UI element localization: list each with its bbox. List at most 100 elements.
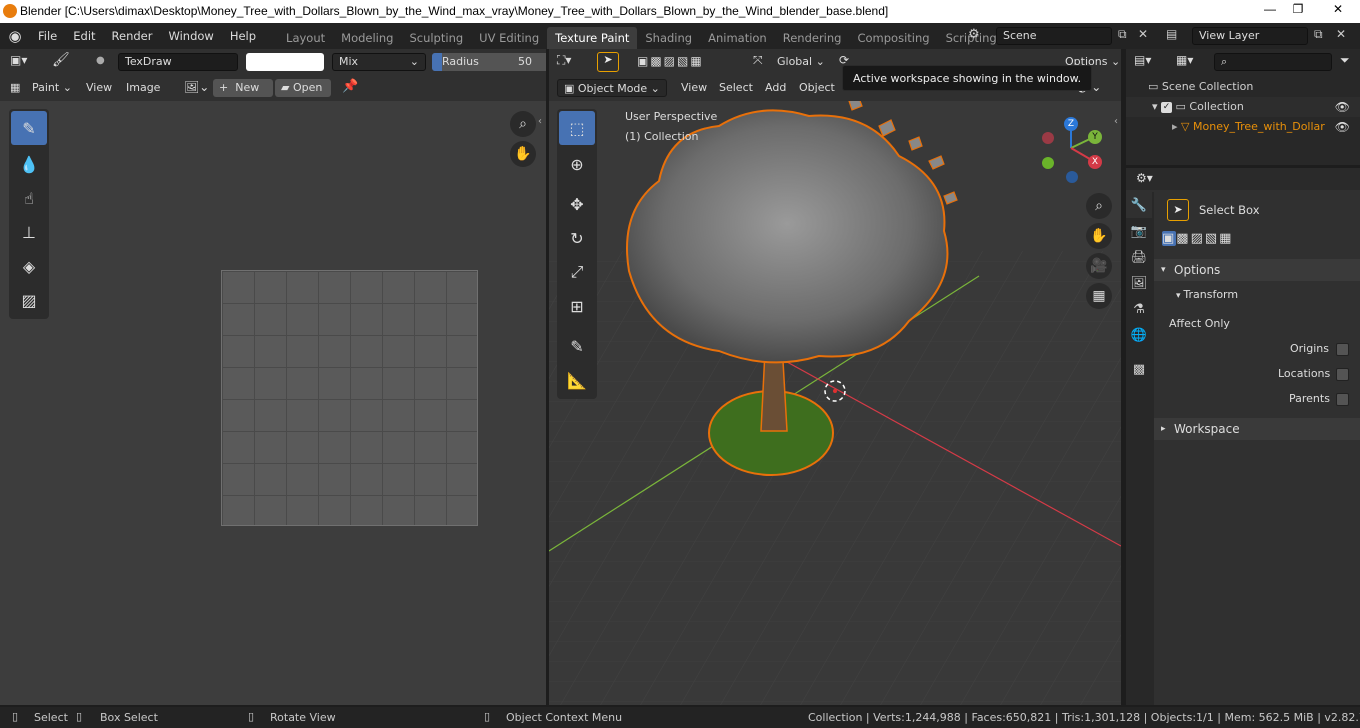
tree-canopy[interactable] — [626, 109, 949, 364]
tool-tab-icon[interactable]: 🔧 — [1126, 192, 1152, 218]
outliner-search-input[interactable]: ⌕ — [1214, 53, 1332, 71]
new-view-layer-icon[interactable]: ⧉ — [1314, 27, 1323, 42]
navigation-gizmo[interactable]: Z Y X — [1039, 115, 1109, 185]
viewport-zoom-icon[interactable]: ⌕ — [1086, 193, 1112, 219]
y-axis-ball[interactable]: Y — [1088, 130, 1102, 144]
viewport-editor-type-icon[interactable]: ⛶▾ — [557, 53, 571, 68]
menu-viewport-add[interactable]: Add — [759, 79, 792, 97]
filter-icon[interactable]: ⏷ — [1340, 53, 1350, 68]
minimize-button[interactable]: — — [1256, 0, 1284, 20]
rotate-tool-icon[interactable]: ↻ — [559, 221, 595, 255]
camera-view-icon[interactable]: 🎥 — [1086, 253, 1112, 279]
texture-tab-icon[interactable]: ▩ — [1126, 356, 1152, 382]
tab-uv-editing[interactable]: UV Editing — [471, 27, 547, 49]
menu-viewport-view[interactable]: View — [675, 79, 713, 97]
menu-view[interactable]: View — [80, 79, 118, 97]
zoom-icon[interactable]: ⌕ — [510, 111, 536, 137]
z-axis-ball[interactable]: Z — [1064, 117, 1078, 131]
menu-window[interactable]: Window — [160, 23, 221, 49]
scene-field[interactable]: Scene — [996, 27, 1112, 45]
selection-mode-icons[interactable]: ▣▩▨▧▦ — [1162, 231, 1233, 246]
locations-checkbox[interactable] — [1336, 368, 1349, 381]
image-browse-icon[interactable]: 🖼⌄ — [184, 80, 209, 94]
view-layer-tab-icon[interactable]: 🖼 — [1126, 270, 1152, 296]
soften-tool-icon[interactable]: 💧 — [11, 147, 47, 181]
outliner-row-scene-collection[interactable]: ▭ Scene Collection — [1126, 77, 1360, 97]
blender-menu-icon[interactable]: ◉ — [0, 27, 30, 45]
outliner-row-collection[interactable]: ▾ ✓ ▭ Collection 👁 — [1126, 97, 1360, 117]
tab-sculpting[interactable]: Sculpting — [401, 27, 471, 49]
image-canvas-grid[interactable] — [221, 270, 478, 526]
select-tool-icon[interactable]: ➤ — [597, 52, 619, 72]
menu-viewport-object[interactable]: Object — [793, 79, 841, 97]
transform-subpanel-header[interactable]: ▾ Transform — [1176, 288, 1238, 301]
cursor-tool-icon[interactable]: ⊕ — [559, 147, 595, 181]
close-window-button[interactable]: ✕ — [1320, 0, 1356, 20]
delete-scene-icon[interactable]: ✕ — [1138, 27, 1148, 41]
workspace-panel-header[interactable]: ▸ Workspace — [1154, 418, 1360, 440]
annotate-tool-icon[interactable]: ✎ — [559, 329, 595, 363]
orientation-select[interactable]: Global ⌄ — [771, 53, 831, 71]
open-image-button[interactable]: ▰ Open — [275, 79, 331, 97]
3d-viewport[interactable]: ⬚ ⊕ ✥ ↻ ⤢ ⊞ ✎ 📐 User Perspective (1) Col… — [549, 101, 1121, 705]
brush-color-swatch[interactable] — [246, 53, 324, 71]
sidebar-toggle-icon[interactable]: ‹ — [538, 116, 542, 127]
pin-icon[interactable]: 📌 — [342, 79, 358, 94]
paint-mode-select[interactable]: Paint ⌄ — [26, 79, 78, 97]
fill-tool-icon[interactable]: ◈ — [11, 249, 47, 283]
scene-tab-icon[interactable]: ⚗ — [1126, 296, 1152, 322]
x-axis-ball[interactable]: X — [1088, 155, 1102, 169]
output-tab-icon[interactable]: 🖨 — [1126, 244, 1152, 270]
menu-image[interactable]: Image — [120, 79, 166, 97]
scale-tool-icon[interactable]: ⤢ — [559, 255, 595, 289]
image-editor-area[interactable]: ✎ 💧 ☝ ⊥ ◈ ▨ ⌕ ✋ ‹ — [0, 101, 546, 705]
tab-modeling[interactable]: Modeling — [333, 27, 401, 49]
parents-checkbox[interactable] — [1336, 393, 1349, 406]
menu-file[interactable]: File — [30, 23, 65, 49]
tab-texture-paint[interactable]: Texture Paint — [547, 27, 638, 49]
new-scene-icon[interactable]: ⧉ — [1118, 27, 1127, 42]
viewport-pan-icon[interactable]: ✋ — [1086, 223, 1112, 249]
pan-hand-icon[interactable]: ✋ — [510, 141, 536, 167]
clone-tool-icon[interactable]: ⊥ — [11, 215, 47, 249]
editor-type-icon[interactable]: ▣▾ — [10, 53, 27, 67]
new-image-button[interactable]: + New — [213, 79, 273, 97]
world-tab-icon[interactable]: 🌐 — [1126, 322, 1152, 348]
options-panel-header[interactable]: ▾ Options — [1154, 259, 1360, 281]
menu-edit[interactable]: Edit — [65, 23, 103, 49]
menu-render[interactable]: Render — [104, 23, 161, 49]
collapse-arrow-icon[interactable]: ▸ — [1172, 120, 1181, 133]
brush-icon[interactable]: 🖌 — [52, 52, 70, 68]
menu-viewport-select[interactable]: Select — [713, 79, 759, 97]
origins-checkbox[interactable] — [1336, 343, 1349, 356]
select-mode-icons[interactable]: ▣▩▨▧▦ — [637, 54, 704, 68]
tab-layout[interactable]: Layout — [278, 27, 333, 49]
select-box-tool-icon[interactable]: ⬚ — [559, 111, 595, 145]
maximize-button[interactable]: ❐ — [1284, 0, 1312, 20]
outliner-editor-type-icon[interactable]: ▤▾ — [1134, 53, 1151, 67]
mask-tool-icon[interactable]: ▨ — [11, 283, 47, 317]
draw-brush-tool-icon[interactable]: ✎ — [11, 111, 47, 145]
tab-shading[interactable]: Shading — [637, 27, 700, 49]
render-tab-icon[interactable]: 📷 — [1126, 218, 1152, 244]
collection-checkbox[interactable]: ✓ — [1161, 101, 1173, 113]
smear-tool-icon[interactable]: ☝ — [11, 181, 47, 215]
object-mode-select[interactable]: ▣ Object Mode ⌄ — [557, 79, 667, 97]
viewport-sidebar-toggle-icon[interactable]: ‹ — [1114, 116, 1118, 127]
brush-name-field[interactable]: TexDraw — [118, 53, 238, 71]
measure-tool-icon[interactable]: 📐 — [559, 363, 595, 397]
move-tool-icon[interactable]: ✥ — [559, 187, 595, 221]
object-visibility-eye-icon[interactable]: 👁 — [1335, 117, 1350, 137]
display-mode-icon[interactable]: ▦▾ — [1176, 53, 1193, 67]
transform-tool-icon[interactable]: ⊞ — [559, 289, 595, 323]
tab-compositing[interactable]: Compositing — [849, 27, 937, 49]
tab-animation[interactable]: Animation — [700, 27, 775, 49]
view-layer-field[interactable]: View Layer — [1192, 27, 1308, 45]
radius-slider[interactable]: Radius 50 px — [432, 53, 546, 71]
collection-visibility-eye-icon[interactable]: 👁 — [1335, 97, 1350, 117]
delete-view-layer-icon[interactable]: ✕ — [1336, 27, 1346, 41]
menu-help[interactable]: Help — [222, 23, 264, 49]
tab-rendering[interactable]: Rendering — [775, 27, 850, 49]
ortho-toggle-icon[interactable]: ▦ — [1086, 283, 1112, 309]
properties-editor-type-icon[interactable]: ⚙▾ — [1136, 171, 1153, 185]
